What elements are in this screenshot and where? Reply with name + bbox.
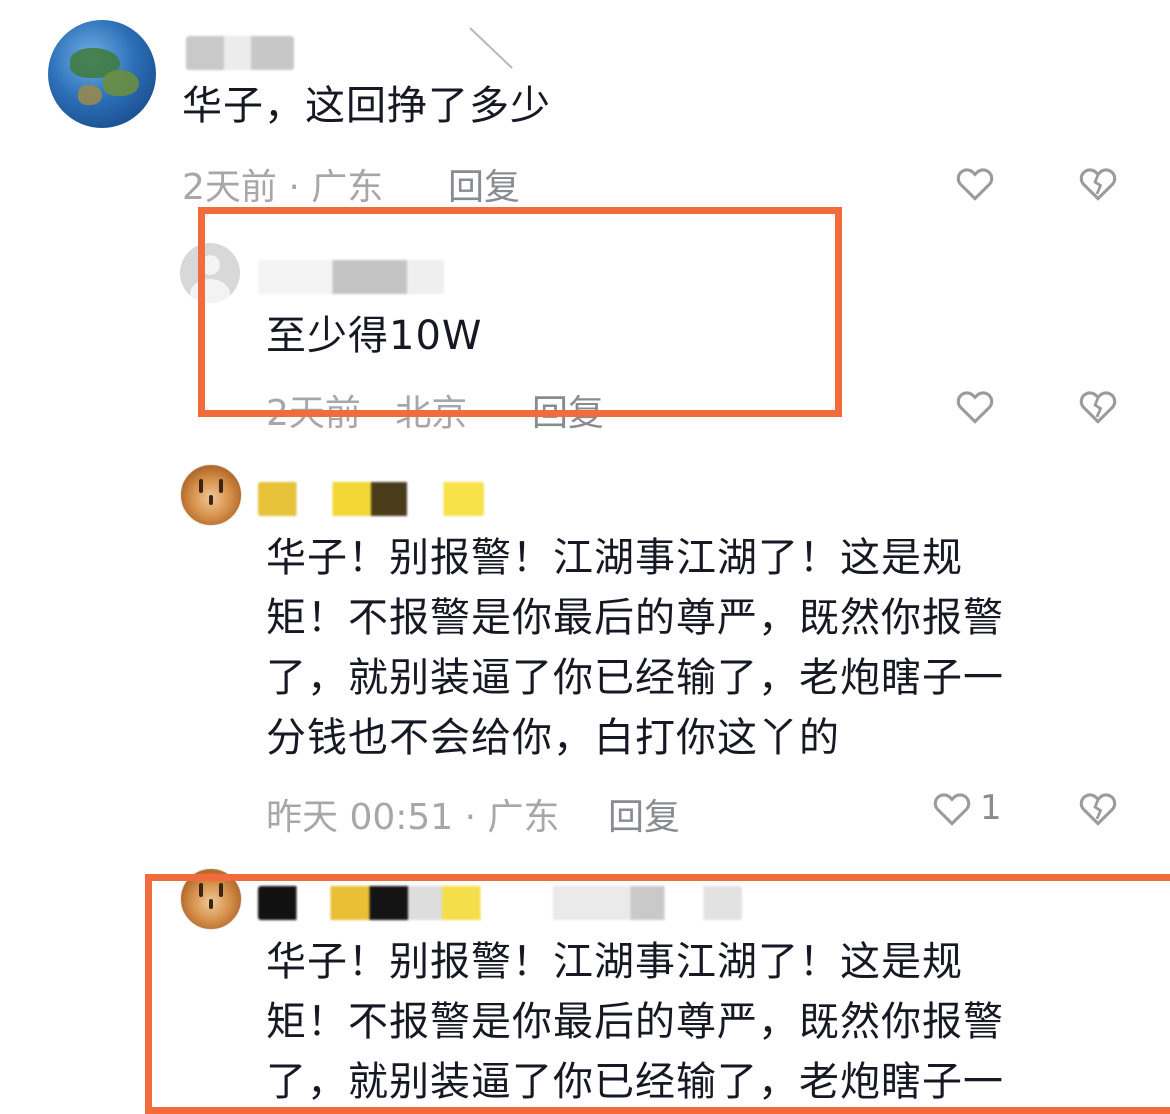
comment-meta: 昨天 00:51 · 广东 (266, 797, 560, 838)
highlight-box (145, 874, 1170, 1114)
comment-line: 华子！别报警！江湖事江湖了！这是规 (266, 535, 963, 581)
comment-line: 分钱也不会给你，白打你这丫的 (266, 715, 840, 761)
comment-text: 华子，这回挣了多少 (182, 83, 551, 129)
reply-button[interactable]: 回复 (448, 158, 520, 210)
broken-heart-icon[interactable] (1076, 161, 1120, 205)
heart-outline-icon[interactable] (953, 384, 997, 428)
reply-button[interactable]: 回复 (608, 788, 680, 840)
comment-line: 矩！不报警是你最后的尊严，既然你报警 (266, 595, 1004, 641)
broken-heart-icon[interactable] (1076, 384, 1120, 428)
comment-text: 华子！别报警！江湖事江湖了！这是规 矩！不报警是你最后的尊严，既然你报警 了，就… (266, 528, 1004, 768)
comment-meta: 2天前 · 广东 (182, 167, 384, 208)
comment-line: 了，就别装逼了你已经输了，老炮瞎子一 (266, 655, 1004, 701)
broken-heart-icon[interactable] (1076, 786, 1120, 830)
username-redacted[interactable] (186, 36, 294, 70)
highlight-box (198, 207, 842, 417)
avatar[interactable] (180, 464, 242, 526)
decorative-line (469, 27, 513, 69)
heart-outline-icon[interactable] (953, 161, 997, 205)
like-count: 1 (980, 788, 1002, 828)
heart-outline-icon[interactable] (930, 786, 974, 830)
username-redacted[interactable] (258, 482, 484, 516)
avatar[interactable] (48, 20, 156, 128)
